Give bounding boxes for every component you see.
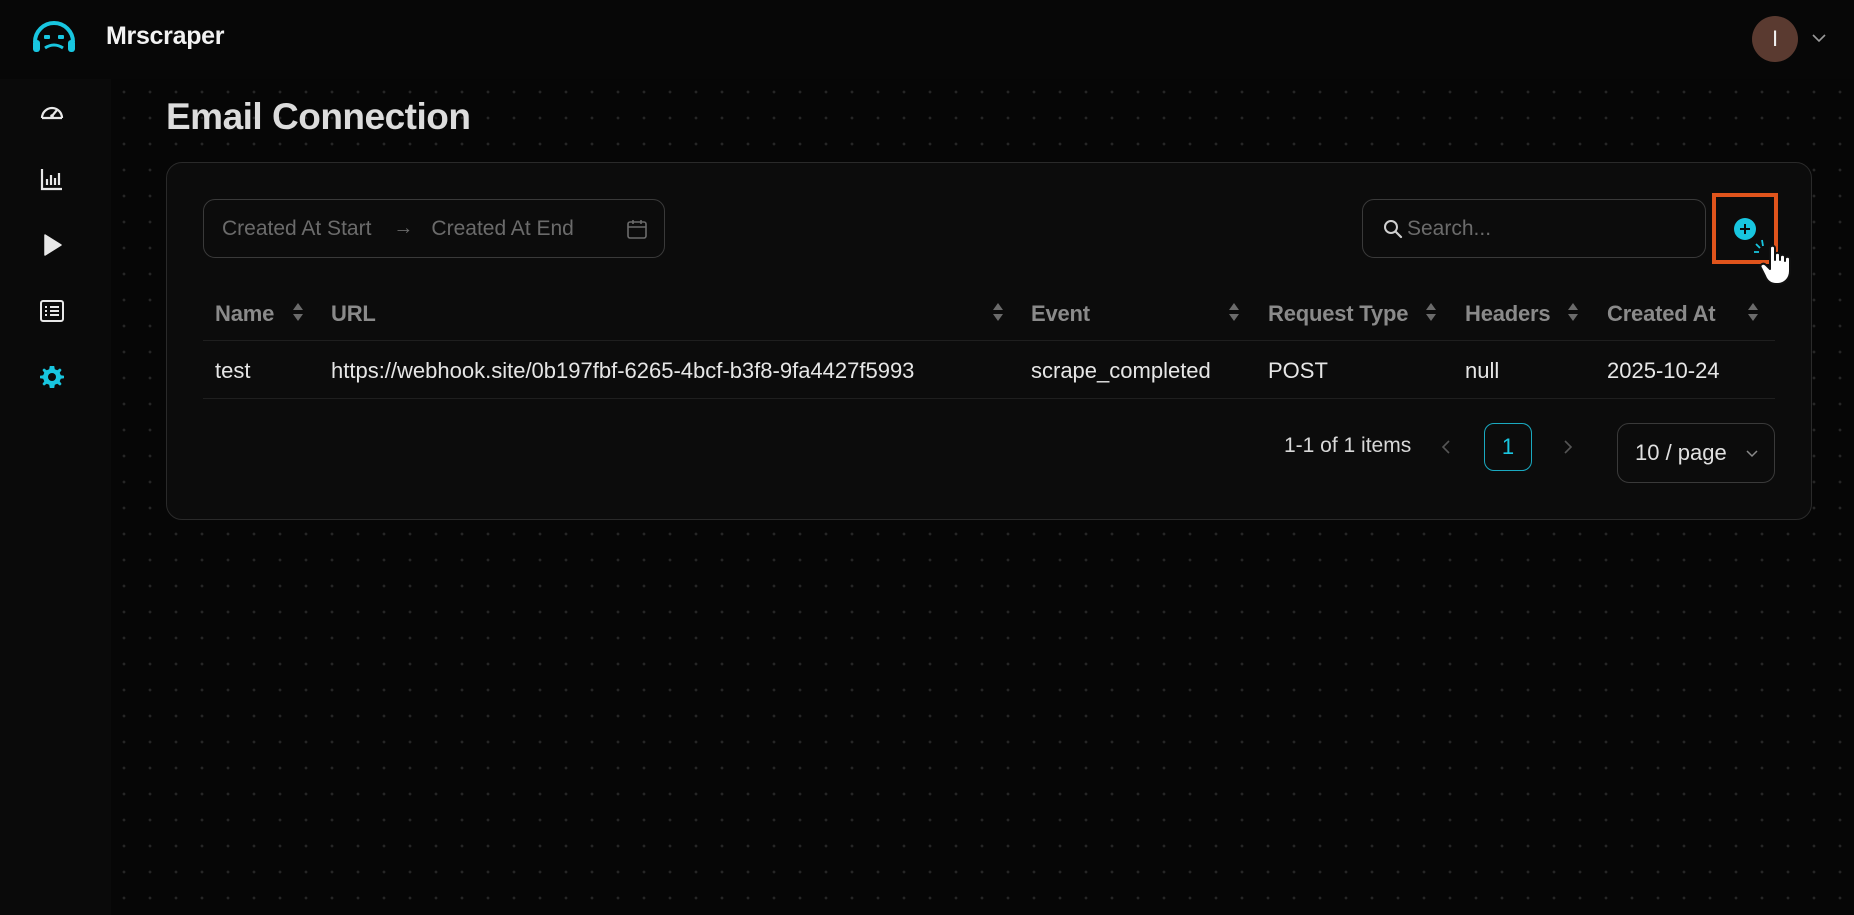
next-page-icon[interactable]: [1560, 436, 1576, 458]
play-icon: [44, 234, 62, 256]
bar-chart-icon: [40, 169, 62, 191]
column-header-headers[interactable]: Headers: [1465, 301, 1551, 327]
dashboard-gauge-icon: [40, 106, 64, 120]
sidebar-item-run[interactable]: [37, 230, 67, 260]
cell-event: scrape_completed: [1031, 358, 1211, 383]
app-name: Mrscraper: [106, 22, 225, 50]
pointer-hand-cursor-icon: [1754, 239, 1791, 285]
sidebar: [0, 79, 111, 915]
search-input[interactable]: [1407, 200, 1697, 257]
search-icon: [1384, 220, 1403, 239]
chevron-down-icon[interactable]: [1810, 29, 1828, 47]
gear-icon: [40, 366, 64, 388]
column-header-url[interactable]: URL: [331, 301, 376, 327]
date-range-picker[interactable]: Created At Start → Created At End: [203, 199, 665, 258]
pagination-page-current[interactable]: 1: [1484, 423, 1532, 471]
sort-icon[interactable]: [1566, 301, 1580, 323]
header-divider: [203, 340, 1775, 341]
range-start-input[interactable]: Created At Start: [222, 217, 371, 241]
column-header-event[interactable]: Event: [1031, 301, 1090, 327]
sidebar-item-analytics[interactable]: [37, 164, 67, 194]
cell-created-at: 2025-10-24: [1607, 358, 1720, 383]
sidebar-item-settings[interactable]: [37, 362, 67, 392]
cell-url: https://webhook.site/0b197fbf-6265-4bcf-…: [331, 358, 915, 383]
search-field[interactable]: [1362, 199, 1706, 258]
page-title: Email Connection: [166, 96, 471, 137]
add-connection-button[interactable]: [1734, 218, 1756, 240]
top-bar: Mrscraper I: [0, 0, 1854, 79]
previous-page-icon[interactable]: [1438, 436, 1454, 458]
user-avatar[interactable]: I: [1752, 16, 1798, 62]
pagination-total: 1-1 of 1 items: [1284, 434, 1412, 457]
cell-headers: null: [1465, 358, 1500, 383]
row-divider: [203, 398, 1775, 399]
sort-icon[interactable]: [1227, 301, 1241, 323]
sort-icon[interactable]: [991, 301, 1005, 323]
sort-icon[interactable]: [1424, 301, 1438, 323]
sidebar-item-list[interactable]: [37, 296, 67, 326]
list-icon: [40, 300, 64, 322]
cell-name: test: [215, 358, 251, 383]
page-size-value: 10 / page: [1635, 440, 1727, 465]
mrscraper-logo-icon[interactable]: [31, 18, 77, 60]
sort-icon[interactable]: [291, 301, 305, 323]
range-end-input[interactable]: Created At End: [431, 217, 573, 241]
calendar-icon[interactable]: [626, 218, 648, 240]
column-header-created-at[interactable]: Created At: [1607, 301, 1716, 327]
chevron-down-icon: [1746, 450, 1758, 458]
column-header-request-type[interactable]: Request Type: [1268, 301, 1408, 327]
sidebar-item-dashboard[interactable]: [37, 98, 67, 128]
sort-icon[interactable]: [1746, 301, 1760, 323]
cell-request-type: POST: [1268, 358, 1328, 383]
plus-icon: [1740, 224, 1750, 234]
column-header-name[interactable]: Name: [215, 301, 274, 327]
page-size-select[interactable]: 10 / page: [1617, 423, 1775, 483]
range-separator-icon: →: [393, 217, 414, 239]
